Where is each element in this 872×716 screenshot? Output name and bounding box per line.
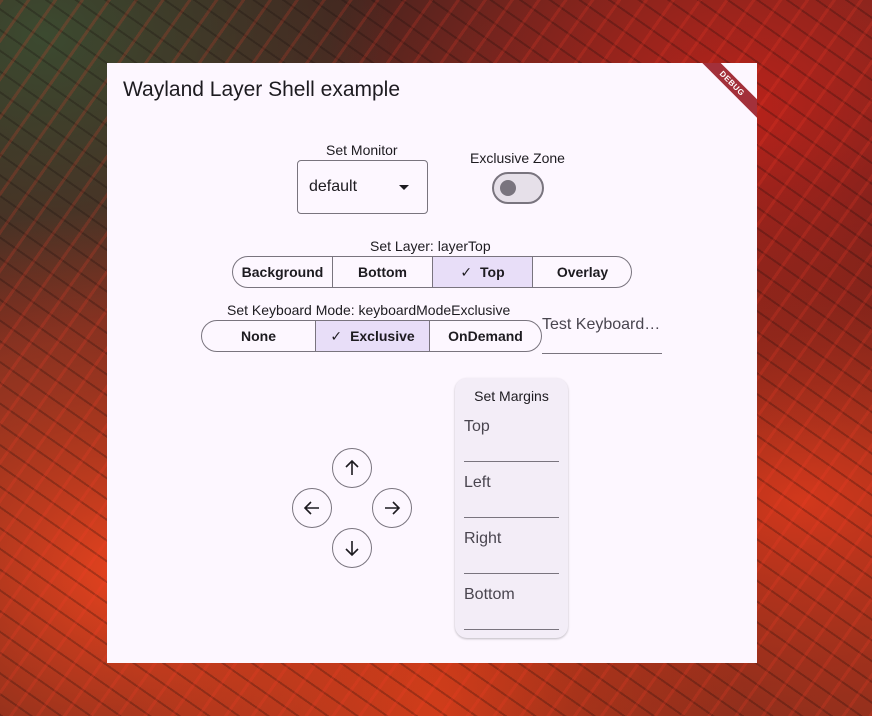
margin-top-field xyxy=(464,418,559,462)
arrow-right-icon xyxy=(385,501,401,515)
test-keyboard-field xyxy=(542,316,662,354)
margin-right-field xyxy=(464,530,559,574)
layer-option-overlay[interactable]: Overlay xyxy=(533,257,631,287)
switch-thumb xyxy=(500,180,516,196)
set-layer-label: Set Layer: layerTop xyxy=(370,238,491,254)
exclusive-zone-switch[interactable] xyxy=(492,172,544,204)
margins-card: Set Margins xyxy=(455,378,568,638)
keyboard-option-ondemand[interactable]: OnDemand xyxy=(430,321,541,351)
segment-label: None xyxy=(241,328,276,344)
margin-left-input[interactable] xyxy=(464,474,559,492)
segment-label: Exclusive xyxy=(350,328,415,344)
arrow-up-icon xyxy=(345,459,359,475)
debug-banner: DEBUG xyxy=(688,63,757,127)
margin-bottom-input[interactable] xyxy=(464,586,559,604)
monitor-dropdown-value: default xyxy=(309,178,358,195)
app-title: Wayland Layer Shell example xyxy=(123,78,401,101)
segment-label: Overlay xyxy=(556,264,609,280)
check-icon: ✓ xyxy=(460,263,473,280)
move-left-button[interactable] xyxy=(292,488,332,528)
keyboard-option-none[interactable]: None xyxy=(202,321,316,351)
layer-segmented-button: Background Bottom ✓ Top Overlay xyxy=(232,256,632,288)
segment-label: Background xyxy=(241,264,324,280)
segment-label: Top xyxy=(480,264,505,280)
keyboard-option-exclusive[interactable]: ✓ Exclusive xyxy=(316,321,430,351)
test-keyboard-input[interactable] xyxy=(542,316,662,334)
layer-option-top[interactable]: ✓ Top xyxy=(433,257,533,287)
set-monitor-label: Set Monitor xyxy=(326,142,398,158)
move-right-button[interactable] xyxy=(372,488,412,528)
segment-label: OnDemand xyxy=(448,328,523,344)
margin-bottom-field xyxy=(464,586,559,630)
arrow-down-icon xyxy=(345,541,359,557)
segment-label: Bottom xyxy=(358,264,407,280)
move-down-button[interactable] xyxy=(332,528,372,568)
set-keyboard-mode-label: Set Keyboard Mode: keyboardModeExclusive xyxy=(227,302,511,318)
margin-top-input[interactable] xyxy=(464,418,559,436)
set-margins-title: Set Margins xyxy=(474,388,549,404)
app-window: Wayland Layer Shell example DEBUG Set Mo… xyxy=(107,63,757,663)
margin-right-input[interactable] xyxy=(464,530,559,548)
dropdown-arrow-icon xyxy=(399,185,409,190)
check-icon: ✓ xyxy=(330,327,343,344)
move-up-button[interactable] xyxy=(332,448,372,488)
arrow-left-icon xyxy=(303,501,319,515)
layer-option-bottom[interactable]: Bottom xyxy=(333,257,433,287)
layer-option-background[interactable]: Background xyxy=(233,257,333,287)
keyboard-mode-segmented-button: None ✓ Exclusive OnDemand xyxy=(201,320,542,352)
exclusive-zone-label: Exclusive Zone xyxy=(470,150,565,166)
margin-left-field xyxy=(464,474,559,518)
monitor-dropdown[interactable]: default xyxy=(297,160,428,214)
